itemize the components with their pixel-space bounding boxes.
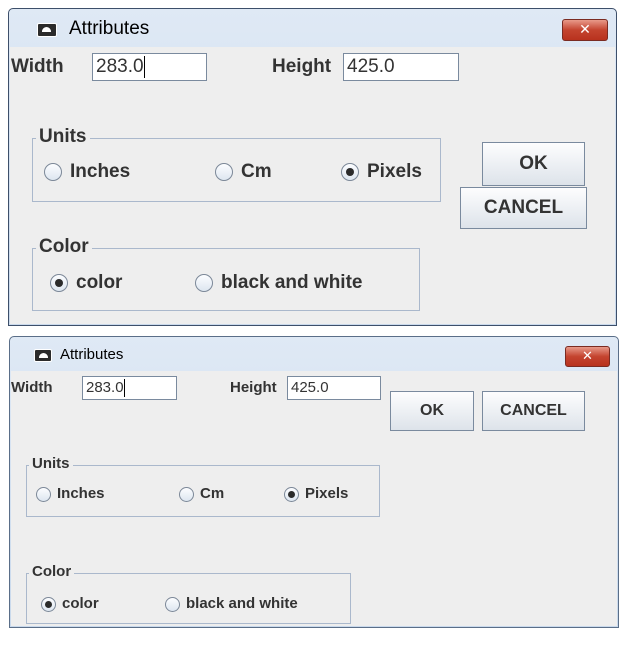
attributes-dialog-large: Attributes ✕ Width 283.0 Height 425.0 Un… [8,8,617,326]
radio-cm-label: Cm [241,161,272,182]
dialog-content: Width 283.0 Height 425.0 OK CANCEL Units… [11,371,617,626]
radio-pixels[interactable]: Pixels [284,485,348,502]
text-caret [123,379,125,398]
radio-pixels[interactable]: Pixels [341,161,422,183]
text-caret [143,55,145,78]
java-coffee-icon [34,349,52,362]
radio-black-and-white-label: black and white [221,272,363,293]
attributes-dialog-small: Attributes ✕ Width 283.0 Height 425.0 OK… [9,336,619,628]
cancel-button[interactable]: CANCEL [460,187,587,229]
radio-inches-label: Inches [70,161,131,182]
cancel-button[interactable]: CANCEL [482,391,585,431]
radio-selected-icon [50,273,68,292]
color-group-title: Color [36,236,92,258]
height-label: Height [272,56,332,77]
width-label: Width [11,56,64,77]
radio-black-and-white[interactable]: black and white [165,595,298,612]
color-group-title: Color [29,563,75,580]
radio-inches[interactable]: Inches [44,161,130,183]
dialog-content: Width 283.0 Height 425.0 Units Inches Cm… [10,47,615,324]
close-button[interactable]: ✕ [565,346,610,367]
close-icon: ✕ [582,349,593,364]
radio-selected-icon [284,486,299,502]
close-icon: ✕ [579,22,591,38]
title-bar[interactable]: Attributes ✕ [9,9,616,47]
ok-button[interactable]: OK [390,391,474,431]
radio-inches[interactable]: Inches [36,485,105,502]
radio-unselected-icon [215,162,233,181]
width-field[interactable]: 283.0 [92,53,207,81]
radio-inches-label: Inches [57,485,105,502]
radio-unselected-icon [195,273,213,292]
width-field[interactable]: 283.0 [82,376,177,400]
height-field[interactable]: 425.0 [343,53,459,81]
radio-black-and-white[interactable]: black and white [195,272,362,294]
units-group-title: Units [29,455,73,472]
radio-pixels-label: Pixels [367,161,422,182]
width-value: 283.0 [86,379,124,396]
height-label: Height [230,379,277,396]
radio-unselected-icon [36,486,51,502]
radio-selected-icon [41,596,56,612]
radio-pixels-label: Pixels [305,485,349,502]
radio-color[interactable]: color [41,595,99,612]
radio-color[interactable]: color [50,272,122,294]
close-button[interactable]: ✕ [562,19,608,41]
radio-selected-icon [341,162,359,181]
radio-cm[interactable]: Cm [215,161,272,183]
radio-black-and-white-label: black and white [186,595,298,612]
dialog-title: Attributes [60,346,124,363]
ok-button[interactable]: OK [482,142,585,186]
radio-cm-label: Cm [200,485,225,502]
java-coffee-icon [37,23,57,37]
title-bar[interactable]: Attributes ✕ [10,337,618,371]
width-label: Width [11,379,53,396]
height-field[interactable]: 425.0 [287,376,381,400]
radio-unselected-icon [165,596,180,612]
radio-cm[interactable]: Cm [179,485,224,502]
radio-unselected-icon [44,162,62,181]
radio-unselected-icon [179,486,194,502]
dialog-title: Attributes [69,18,150,39]
radio-color-label: color [62,595,99,612]
units-group-title: Units [36,126,90,148]
radio-color-label: color [76,272,123,293]
width-value: 283.0 [96,56,144,77]
